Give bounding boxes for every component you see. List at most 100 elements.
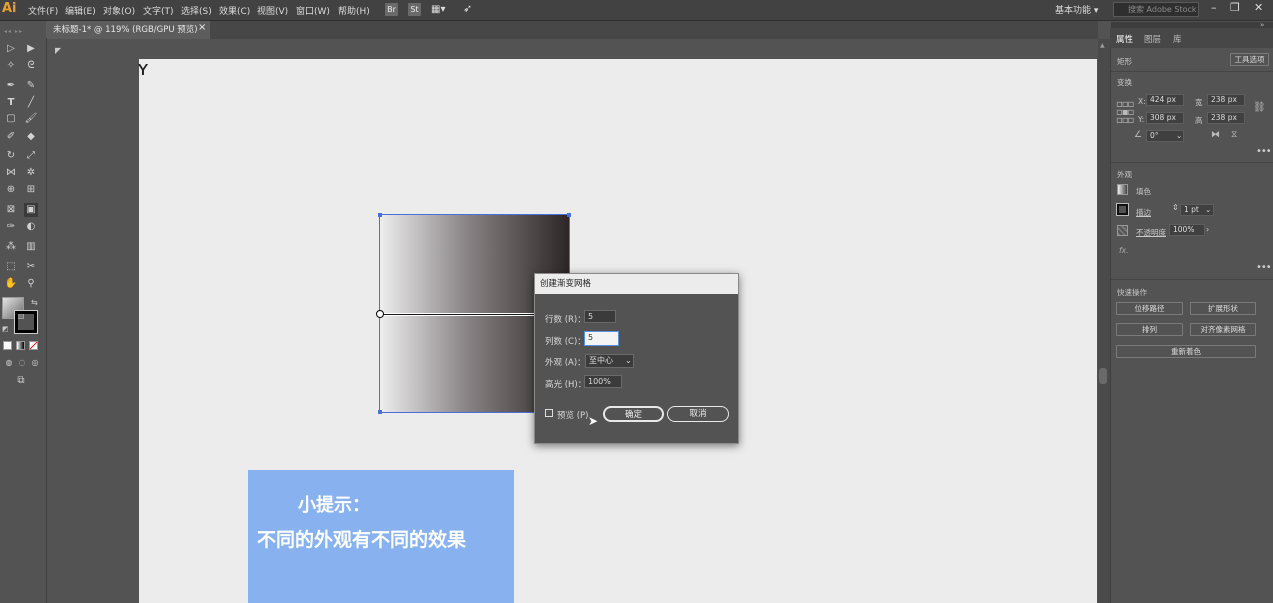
stroke-color-swatch[interactable] [14,310,38,334]
fill-swatch[interactable] [1117,184,1128,195]
screen-mode-icon[interactable]: ⧉ [14,374,28,388]
collapse-panels-icon[interactable]: » [1260,21,1264,29]
more-options-icon[interactable]: ••• [1256,262,1272,273]
menu-edit[interactable]: 编辑(E) [65,4,96,17]
appearance-select[interactable]: 至中心 ⌄ [585,354,634,368]
hand-tool-icon[interactable]: ✋ [4,277,18,291]
curvature-tool-icon[interactable]: ✎ [24,79,38,93]
minimize-icon[interactable]: – [1211,1,1217,14]
vertical-scrollbar[interactable] [1098,39,1110,603]
tab-properties[interactable]: 属性 [1116,33,1133,45]
stock-button[interactable]: St [408,3,421,16]
paintbrush-tool-icon[interactable]: 🖌 [24,112,38,126]
reference-point-icon[interactable]: ▫▫▫ ▫▪▫ ▫▫▫ [1116,100,1134,126]
zoom-tool-icon[interactable]: ⚲ [24,277,38,291]
x-input[interactable]: 424 px [1146,94,1184,106]
workspace-switcher[interactable]: 基本功能 ▾ [1055,3,1098,16]
offset-path-button[interactable]: 位移路径 [1116,302,1183,315]
fx-icon[interactable]: fx. [1119,246,1128,255]
more-options-icon[interactable]: ••• [1256,146,1272,157]
type-tool-icon[interactable]: T [4,96,18,110]
constrain-proportions-icon[interactable]: ⛓ [1253,102,1266,113]
slice-tool-icon[interactable]: ✂ [24,260,38,274]
expand-shape-button[interactable]: 扩展形状 [1190,302,1256,315]
width-input[interactable]: 238 px [1207,94,1245,106]
draw-inside-icon[interactable]: ◎ [28,356,42,370]
tab-libraries[interactable]: 库 [1173,33,1182,45]
blend-tool-icon[interactable]: ◐ [24,220,38,234]
ok-button[interactable]: 确定 [603,406,664,422]
menu-object[interactable]: 对象(O) [103,4,135,17]
default-colors-icon[interactable]: ◩ [2,325,9,333]
recolor-button[interactable]: 重新着色 [1116,345,1256,358]
eyedropper-tool-icon[interactable]: ✑ [4,220,18,234]
scroll-up-icon[interactable]: ▲ [1100,42,1105,49]
angle-input[interactable]: 0° ⌄ [1146,130,1184,142]
selection-handle[interactable] [567,213,571,217]
menu-window[interactable]: 窗口(W) [296,4,330,17]
magic-wand-icon[interactable]: ✧ [4,59,18,73]
puppet-warp-icon[interactable]: ✲ [24,166,38,180]
shaper-tool-icon[interactable]: ✐ [4,130,18,144]
graph-tool-icon[interactable]: ▥ [24,240,38,254]
none-mode-icon[interactable] [29,341,38,350]
stepper-icon[interactable]: ⇕ [1172,203,1179,212]
menu-help[interactable]: 帮助(H) [338,4,370,17]
width-tool-icon[interactable]: ⋈ [4,166,18,180]
opacity-label[interactable]: 不透明度 [1136,227,1166,238]
stock-search-input[interactable]: 搜索 Adobe Stock [1113,2,1199,17]
rows-input[interactable]: 5 [584,310,616,323]
menu-effect[interactable]: 效果(C) [219,4,250,17]
flip-vertical-icon[interactable]: ⧖ [1231,130,1237,140]
menu-select[interactable]: 选择(S) [181,4,212,17]
document-tab[interactable]: 未标题-1* @ 119% (RGB/GPU 预览) [46,21,210,39]
gradient-annotator-line[interactable] [380,313,536,316]
tab-close-icon[interactable]: × [198,22,206,33]
shape-builder-icon[interactable]: ⊕ [4,183,18,197]
selection-tool-icon[interactable]: ▷ [4,42,18,56]
preview-checkbox[interactable] [545,409,553,417]
columns-input[interactable]: 5 [584,331,619,346]
cancel-button[interactable]: 取消 [667,406,729,422]
dialog-title[interactable]: 创建渐变网格 [535,274,738,294]
color-mode-icon[interactable] [3,341,12,350]
stroke-label[interactable]: 描边 [1136,207,1151,218]
draw-normal-icon[interactable]: ◍ [2,356,16,370]
restore-icon[interactable]: ❐ [1230,1,1240,14]
tool-options-button[interactable]: 工具选项 [1230,53,1269,66]
chevron-right-icon[interactable]: › [1206,225,1209,234]
rotate-tool-icon[interactable]: ↻ [4,149,18,163]
arrange-documents-icon[interactable]: ▦▾ [431,4,445,15]
gradient-tool-icon[interactable]: ▣ [24,203,38,217]
symbol-sprayer-icon[interactable]: ⁂ [4,240,18,254]
y-input[interactable]: 308 px [1146,112,1184,124]
tab-layers[interactable]: 图层 [1144,33,1161,45]
lasso-tool-icon[interactable]: ᘓ [24,59,38,73]
height-input[interactable]: 238 px [1207,112,1245,124]
selection-handle[interactable] [378,213,382,217]
opacity-input[interactable]: 100% [1169,224,1205,236]
menu-type[interactable]: 文字(T) [143,4,174,17]
arrange-button[interactable]: 排列 [1116,323,1183,336]
gradient-mode-icon[interactable] [16,341,25,350]
stroke-swatch[interactable] [1116,203,1129,216]
highlight-input[interactable]: 100% [584,375,622,388]
menu-file[interactable]: 文件(F) [28,4,58,17]
align-pixel-grid-button[interactable]: 对齐像素网格 [1190,323,1256,336]
selection-handle[interactable] [378,410,382,414]
close-icon[interactable]: ✕ [1254,1,1263,14]
line-tool-icon[interactable]: ╱ [24,96,38,110]
perspective-grid-icon[interactable]: ⊞ [24,183,38,197]
toolbar-grip[interactable]: ◂◂ ▸▸ [4,28,42,36]
direct-selection-tool-icon[interactable]: ▶ [24,42,38,56]
mesh-tool-icon[interactable]: ⊠ [4,203,18,217]
menu-view[interactable]: 视图(V) [257,4,288,17]
swap-colors-icon[interactable]: ⇆ [31,298,38,307]
rectangle-tool-icon[interactable]: ▢ [4,112,18,126]
draw-behind-icon[interactable]: ◌ [15,356,29,370]
flip-horizontal-icon[interactable]: ⧓ [1211,130,1220,140]
gpu-performance-icon[interactable]: ➶ [463,2,472,15]
stroke-weight-input[interactable]: 1 pt ⌄ [1180,204,1214,216]
gradient-origin-point[interactable] [376,310,384,318]
pen-tool-icon[interactable]: ✒ [4,79,18,93]
